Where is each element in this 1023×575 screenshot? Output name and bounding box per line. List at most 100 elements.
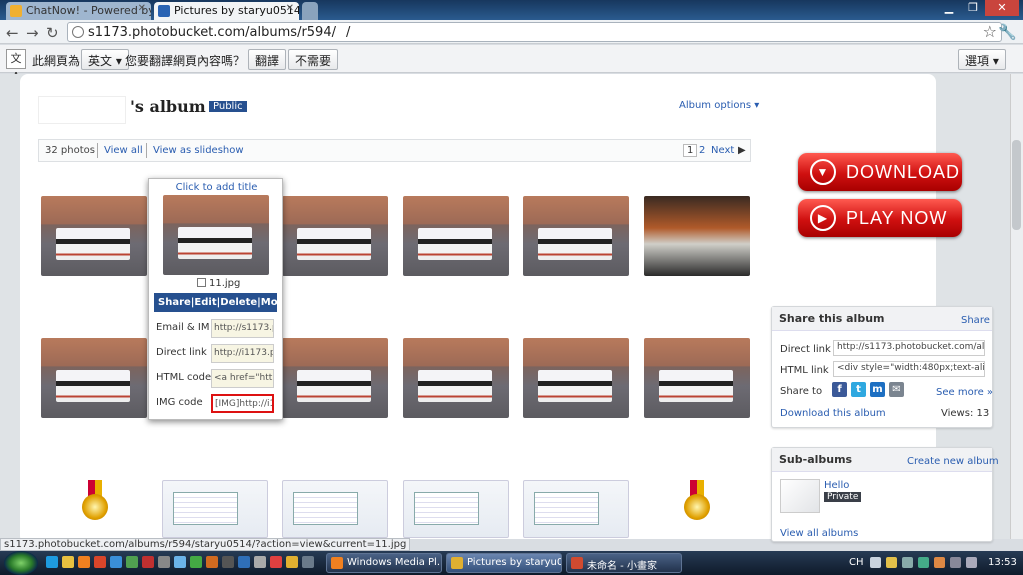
chrome-icon[interactable] (286, 556, 298, 568)
close-icon[interactable]: ✕ (138, 3, 146, 14)
app-icon[interactable] (302, 556, 314, 568)
page-number-current[interactable]: 1 (683, 144, 698, 157)
app-icon[interactable] (158, 556, 170, 568)
sub-album-thumbnail[interactable] (780, 479, 820, 513)
tray-icon[interactable] (902, 557, 913, 568)
wrench-icon[interactable]: 🔧 (998, 23, 1017, 41)
photo-thumbnail[interactable] (41, 196, 147, 276)
slideshow-link[interactable]: View as slideshow (153, 145, 244, 156)
view-all-link[interactable]: View all (104, 145, 143, 156)
close-window-icon[interactable]: ✕ (985, 0, 1019, 16)
scrollbar-thumb[interactable] (1012, 140, 1021, 230)
photo-thumbnail[interactable] (403, 196, 509, 276)
view-all-albums-link[interactable]: View all albums (780, 528, 858, 539)
next-page-link[interactable]: Next (711, 145, 734, 156)
photo-thumbnail[interactable] (282, 196, 388, 276)
photo-thumbnail[interactable] (282, 338, 388, 418)
reload-icon[interactable]: ↻ (46, 24, 59, 42)
medal-thumbnail[interactable] (682, 480, 712, 525)
input-language[interactable]: CH (849, 557, 864, 568)
clock[interactable]: 13:53 (988, 557, 1017, 568)
html-code-field[interactable]: <a href="http:/ (211, 369, 274, 388)
play-now-ad-button[interactable]: ▶ PLAY NOW (798, 199, 962, 237)
start-button-icon[interactable] (4, 551, 38, 575)
add-title-link[interactable]: Click to add title (149, 182, 284, 193)
next-arrow-icon[interactable]: ▶ (738, 145, 746, 156)
photobucket-favicon-icon (158, 5, 170, 17)
network-icon[interactable] (950, 557, 961, 568)
ie-icon[interactable] (46, 556, 58, 568)
photo-thumbnail[interactable] (403, 338, 509, 418)
app-icon[interactable] (110, 556, 122, 568)
photo-thumbnail[interactable] (523, 196, 629, 276)
close-icon[interactable]: ✕ (286, 3, 294, 14)
language-select[interactable]: 英文 ▾ (81, 49, 129, 70)
photo-thumbnail[interactable] (162, 480, 268, 538)
medal-thumbnail[interactable] (80, 480, 110, 525)
album-options-link[interactable]: Album options ▾ (679, 100, 759, 111)
tray-icon[interactable] (870, 557, 881, 568)
no-translate-button[interactable]: 不需要 (288, 49, 339, 70)
photo-thumbnail[interactable] (282, 480, 388, 538)
options-label: 選項 (965, 54, 990, 68)
volume-icon[interactable] (966, 557, 977, 568)
forward-icon[interactable]: → (26, 24, 39, 42)
see-more-link[interactable]: See more » (936, 387, 993, 398)
email-icon[interactable]: ✉ (889, 382, 904, 397)
app-icon[interactable] (142, 556, 154, 568)
photo-thumbnail[interactable] (644, 338, 750, 418)
maximize-icon[interactable]: ❐ (961, 0, 985, 16)
photo-thumbnail[interactable] (403, 480, 509, 538)
download-ad-button[interactable]: ▼ DOWNLOAD (798, 153, 962, 191)
folder-icon[interactable] (62, 556, 74, 568)
download-album-link[interactable]: Download this album (780, 408, 886, 419)
new-tab-button[interactable] (302, 2, 318, 20)
photo-actions-bar[interactable]: Share|Edit|Delete|Move (154, 293, 277, 312)
back-icon[interactable]: ← (6, 24, 19, 42)
tab-photobucket[interactable]: Pictures by staryu0514 - Pl... ✕ (154, 2, 299, 20)
task-label: Windows Media Pl... (347, 557, 442, 568)
album-direct-link-field[interactable]: http://s1173.photobucket.com/album (833, 340, 985, 356)
email-im-field[interactable]: http://s1173.p (211, 319, 274, 338)
tray-icon[interactable] (918, 557, 929, 568)
photo-thumbnail[interactable] (644, 196, 750, 276)
app-icon[interactable] (94, 556, 106, 568)
page-number[interactable]: 2 (699, 145, 705, 156)
media-icon[interactable] (78, 556, 90, 568)
app-icon[interactable] (238, 556, 250, 568)
facebook-icon[interactable]: f (832, 382, 847, 397)
messenger-icon[interactable]: m (870, 382, 885, 397)
app-icon[interactable] (270, 556, 282, 568)
translate-button[interactable]: 翻譯 (248, 49, 287, 70)
tray-icon[interactable] (934, 557, 945, 568)
bookmark-star-icon[interactable]: ☆ (983, 22, 997, 41)
minimize-icon[interactable]: ▁ (937, 0, 961, 16)
photo-thumbnail[interactable] (523, 480, 629, 538)
tab-chatnow[interactable]: ChatNow! - Powered by D... ✕ (6, 2, 151, 20)
translate-prefix: 此網頁為 (32, 54, 81, 68)
twitter-icon[interactable]: t (851, 382, 866, 397)
address-bar[interactable]: s1173.photobucket.com/albums/r594/ / (67, 22, 1002, 42)
img-code-field[interactable]: [IMG]http://i11 (211, 394, 274, 413)
direct-link-field[interactable]: http://i1173.ph (211, 344, 274, 363)
photo-thumbnail[interactable] (523, 338, 629, 418)
task-windows-media[interactable]: Windows Media Pl... (326, 553, 442, 573)
app-icon[interactable] (222, 556, 234, 568)
task-chrome[interactable]: Pictures by staryu0... (446, 553, 562, 573)
app-icon[interactable] (254, 556, 266, 568)
tray-icon[interactable] (886, 557, 897, 568)
translate-options-button[interactable]: 選項 ▾ (958, 49, 1006, 70)
translate-icon: 文A (6, 49, 26, 83)
sub-album-name[interactable]: Hello (824, 480, 849, 491)
popup-photo[interactable] (163, 195, 269, 275)
app-icon[interactable] (126, 556, 138, 568)
app-icon[interactable] (206, 556, 218, 568)
create-album-link[interactable]: Create new album (907, 456, 999, 467)
app-icon[interactable] (174, 556, 186, 568)
app-icon[interactable] (190, 556, 202, 568)
share-link[interactable]: Share (961, 315, 990, 326)
select-checkbox[interactable] (197, 278, 206, 287)
photo-thumbnail[interactable] (41, 338, 147, 418)
task-paint[interactable]: 未命名 - 小畫家 (566, 553, 682, 573)
album-html-link-field[interactable]: <div style="width:480px;text-align:rigl (833, 361, 985, 377)
